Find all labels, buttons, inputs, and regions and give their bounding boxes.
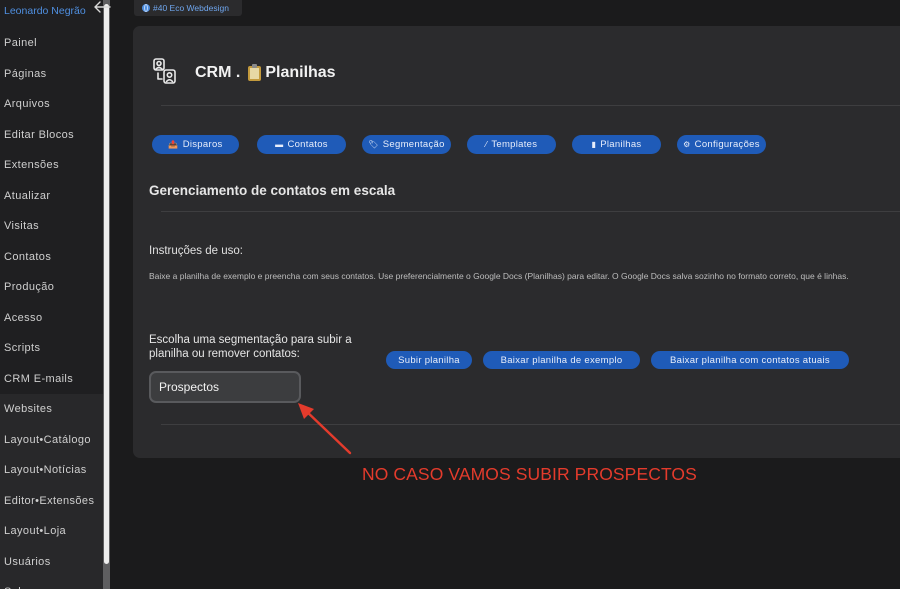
gear-icon: ⚙ [683, 140, 691, 149]
sidebar-item-editar-blocos[interactable]: Editar Blocos [0, 120, 103, 151]
sidebar-item-arquivos[interactable]: Arquivos [0, 89, 103, 120]
page-title-prefix: CRM . [195, 64, 241, 81]
download-example-button[interactable]: Baixar planilha de exemplo [483, 351, 640, 369]
site-tab-label: #40 Eco Webdesign [153, 3, 229, 13]
footer-divider [161, 424, 900, 425]
segment-select[interactable]: Prospectos [149, 371, 301, 403]
sidebar-item-sobre[interactable]: Sobre [0, 577, 103, 589]
sidebar-item-crm-emails[interactable]: CRM E-mails [0, 364, 103, 395]
sidebar-item-editor-extensoes[interactable]: Editor•Extensões [0, 485, 103, 516]
segment-choose-label: Escolha uma segmentação para subir a pla… [149, 334, 352, 360]
sidebar: Leonardo Negrão Painel Páginas Arquivos … [0, 0, 103, 589]
sidebar-item-visitas[interactable]: Visitas [0, 211, 103, 242]
clipboard-icon: ▮ [591, 140, 597, 149]
sidebar-item-scripts[interactable]: Scripts [0, 333, 103, 364]
sidebar-item-atualizar[interactable]: Atualizar [0, 181, 103, 212]
upload-spreadsheet-button[interactable]: Subir planilha [386, 351, 472, 369]
page-title-suffix: Planilhas [265, 64, 336, 81]
clipboard-icon [248, 63, 262, 81]
download-current-contacts-button[interactable]: Baixar planilha com contatos atuais [651, 351, 849, 369]
crm-panel: CRM . Planilhas 📤 Disparos ▬ Contatos 🏷 … [133, 26, 900, 458]
nav-button-label: Contatos [287, 139, 328, 150]
back-arrow-icon[interactable] [92, 0, 112, 14]
sidebar-item-paginas[interactable]: Páginas [0, 59, 103, 90]
sidebar-item-extensoes[interactable]: Extensões [0, 150, 103, 181]
annotation-arrow-icon [298, 403, 352, 455]
sidebar-item-contatos[interactable]: Contatos [0, 242, 103, 273]
nav-button-label: Configurações [694, 139, 760, 150]
nav-button-label: Disparos [182, 139, 223, 150]
sidebar-item-layout-noticias[interactable]: Layout•Notícias [0, 455, 103, 486]
nav-button-segmentacao[interactable]: 🏷 Segmentação [362, 135, 451, 154]
nav-button-label: Planilhas [600, 139, 642, 150]
sidebar-item-producao[interactable]: Produção [0, 272, 103, 303]
nav-button-configuracoes[interactable]: ⚙ Configurações [677, 135, 766, 154]
sidebar-item-acesso[interactable]: Acesso [0, 303, 103, 334]
page-title: CRM . Planilhas [195, 63, 336, 82]
sidebar-item-websites[interactable]: Websites [0, 394, 103, 425]
sidebar-item-painel[interactable]: Painel [0, 28, 103, 59]
nav-button-label: Templates [491, 139, 538, 150]
nav-button-label: Segmentação [382, 139, 445, 150]
section-title: Gerenciamento de contatos em escala [149, 183, 396, 198]
annotation-text: NO CASO VAMOS SUBIR PROSPECTOS [362, 464, 697, 484]
instructions-label: Instruções de uso: [149, 245, 243, 257]
pencil-icon: ⁄ [485, 140, 488, 149]
sidebar-scrollbar-thumb[interactable] [104, 4, 109, 564]
outbox-icon: 📤 [168, 140, 179, 149]
tag-icon: 🏷 [368, 140, 379, 149]
header-divider [161, 105, 900, 106]
contacts-icon [153, 58, 176, 84]
nav-button-planilhas[interactable]: ▮ Planilhas [572, 135, 661, 154]
section-divider [161, 211, 900, 212]
sidebar-item-layout-loja[interactable]: Layout•Loja [0, 516, 103, 547]
user-name-link[interactable]: Leonardo Negrão [4, 5, 86, 17]
card-icon: ▬ [275, 140, 284, 149]
globe-icon [142, 4, 150, 12]
sidebar-item-layout-catalogo[interactable]: Layout•Catálogo [0, 424, 103, 455]
nav-button-templates[interactable]: ⁄ Templates [467, 135, 556, 154]
instructions-text: Baixe a planilha de exemplo e preencha c… [149, 271, 849, 281]
sidebar-item-usuarios[interactable]: Usuários [0, 546, 103, 577]
site-tab[interactable]: #40 Eco Webdesign [134, 0, 242, 16]
nav-button-disparos[interactable]: 📤 Disparos [152, 135, 239, 154]
nav-button-contatos[interactable]: ▬ Contatos [257, 135, 346, 154]
sidebar-menu: Painel Páginas Arquivos Editar Blocos Ex… [0, 28, 103, 589]
